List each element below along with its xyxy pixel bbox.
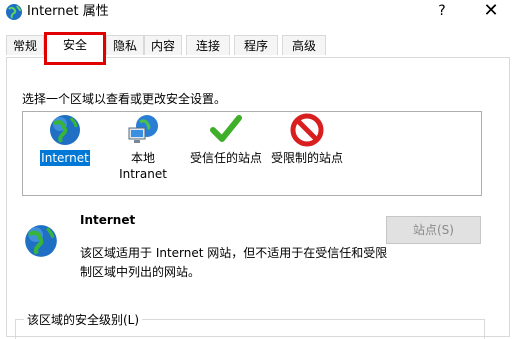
- internet-options-icon: [6, 4, 22, 20]
- sites-button[interactable]: 站点(S): [386, 216, 481, 244]
- tab-general[interactable]: 常规: [6, 35, 44, 55]
- local-intranet-icon: [128, 115, 158, 143]
- zone-internet[interactable]: Internet: [35, 112, 95, 166]
- tab-content[interactable]: 内容: [144, 35, 182, 55]
- zone-label-local-intranet: 本地 Intranet: [119, 151, 167, 181]
- security-level-label: 该区域的安全级别(L): [24, 311, 143, 328]
- tab-connections[interactable]: 连接: [186, 35, 230, 55]
- help-button[interactable]: ?: [434, 0, 450, 22]
- zone-restricted-sites[interactable]: 受限制的站点: [266, 112, 348, 166]
- tab-programs[interactable]: 程序: [234, 35, 278, 55]
- zone-trusted-sites[interactable]: 受信任的站点: [185, 112, 267, 166]
- tab-advanced[interactable]: 高级: [282, 35, 326, 55]
- zone-label-restricted-sites: 受限制的站点: [270, 151, 343, 165]
- zone-label-internet: Internet: [40, 150, 90, 166]
- globe-icon: [25, 225, 57, 257]
- zone-local-intranet[interactable]: 本地 Intranet: [113, 112, 173, 182]
- checkmark-icon: [210, 115, 242, 142]
- tab-privacy[interactable]: 隐私: [106, 35, 144, 55]
- zone-instruction: 选择一个区域以查看或更改安全设置。: [22, 92, 227, 106]
- restricted-icon: [290, 113, 324, 147]
- zone-list: Internet 本地 Intranet 受信任的站点 受限制的站点: [22, 111, 482, 196]
- close-button[interactable]: ✕: [480, 0, 502, 22]
- zone-detail-description: 该区域适用于 Internet 网站，但不适用于在受信任和受限制区域中列出的网站…: [80, 246, 388, 279]
- zone-detail-title: Internet: [80, 213, 136, 227]
- globe-icon: [50, 115, 80, 145]
- window-title: Internet 属性: [27, 4, 109, 19]
- title-bar: Internet 属性 ? ✕: [0, 0, 514, 30]
- tab-highlight-annotation: [44, 32, 106, 65]
- zone-label-trusted-sites: 受信任的站点: [189, 151, 262, 165]
